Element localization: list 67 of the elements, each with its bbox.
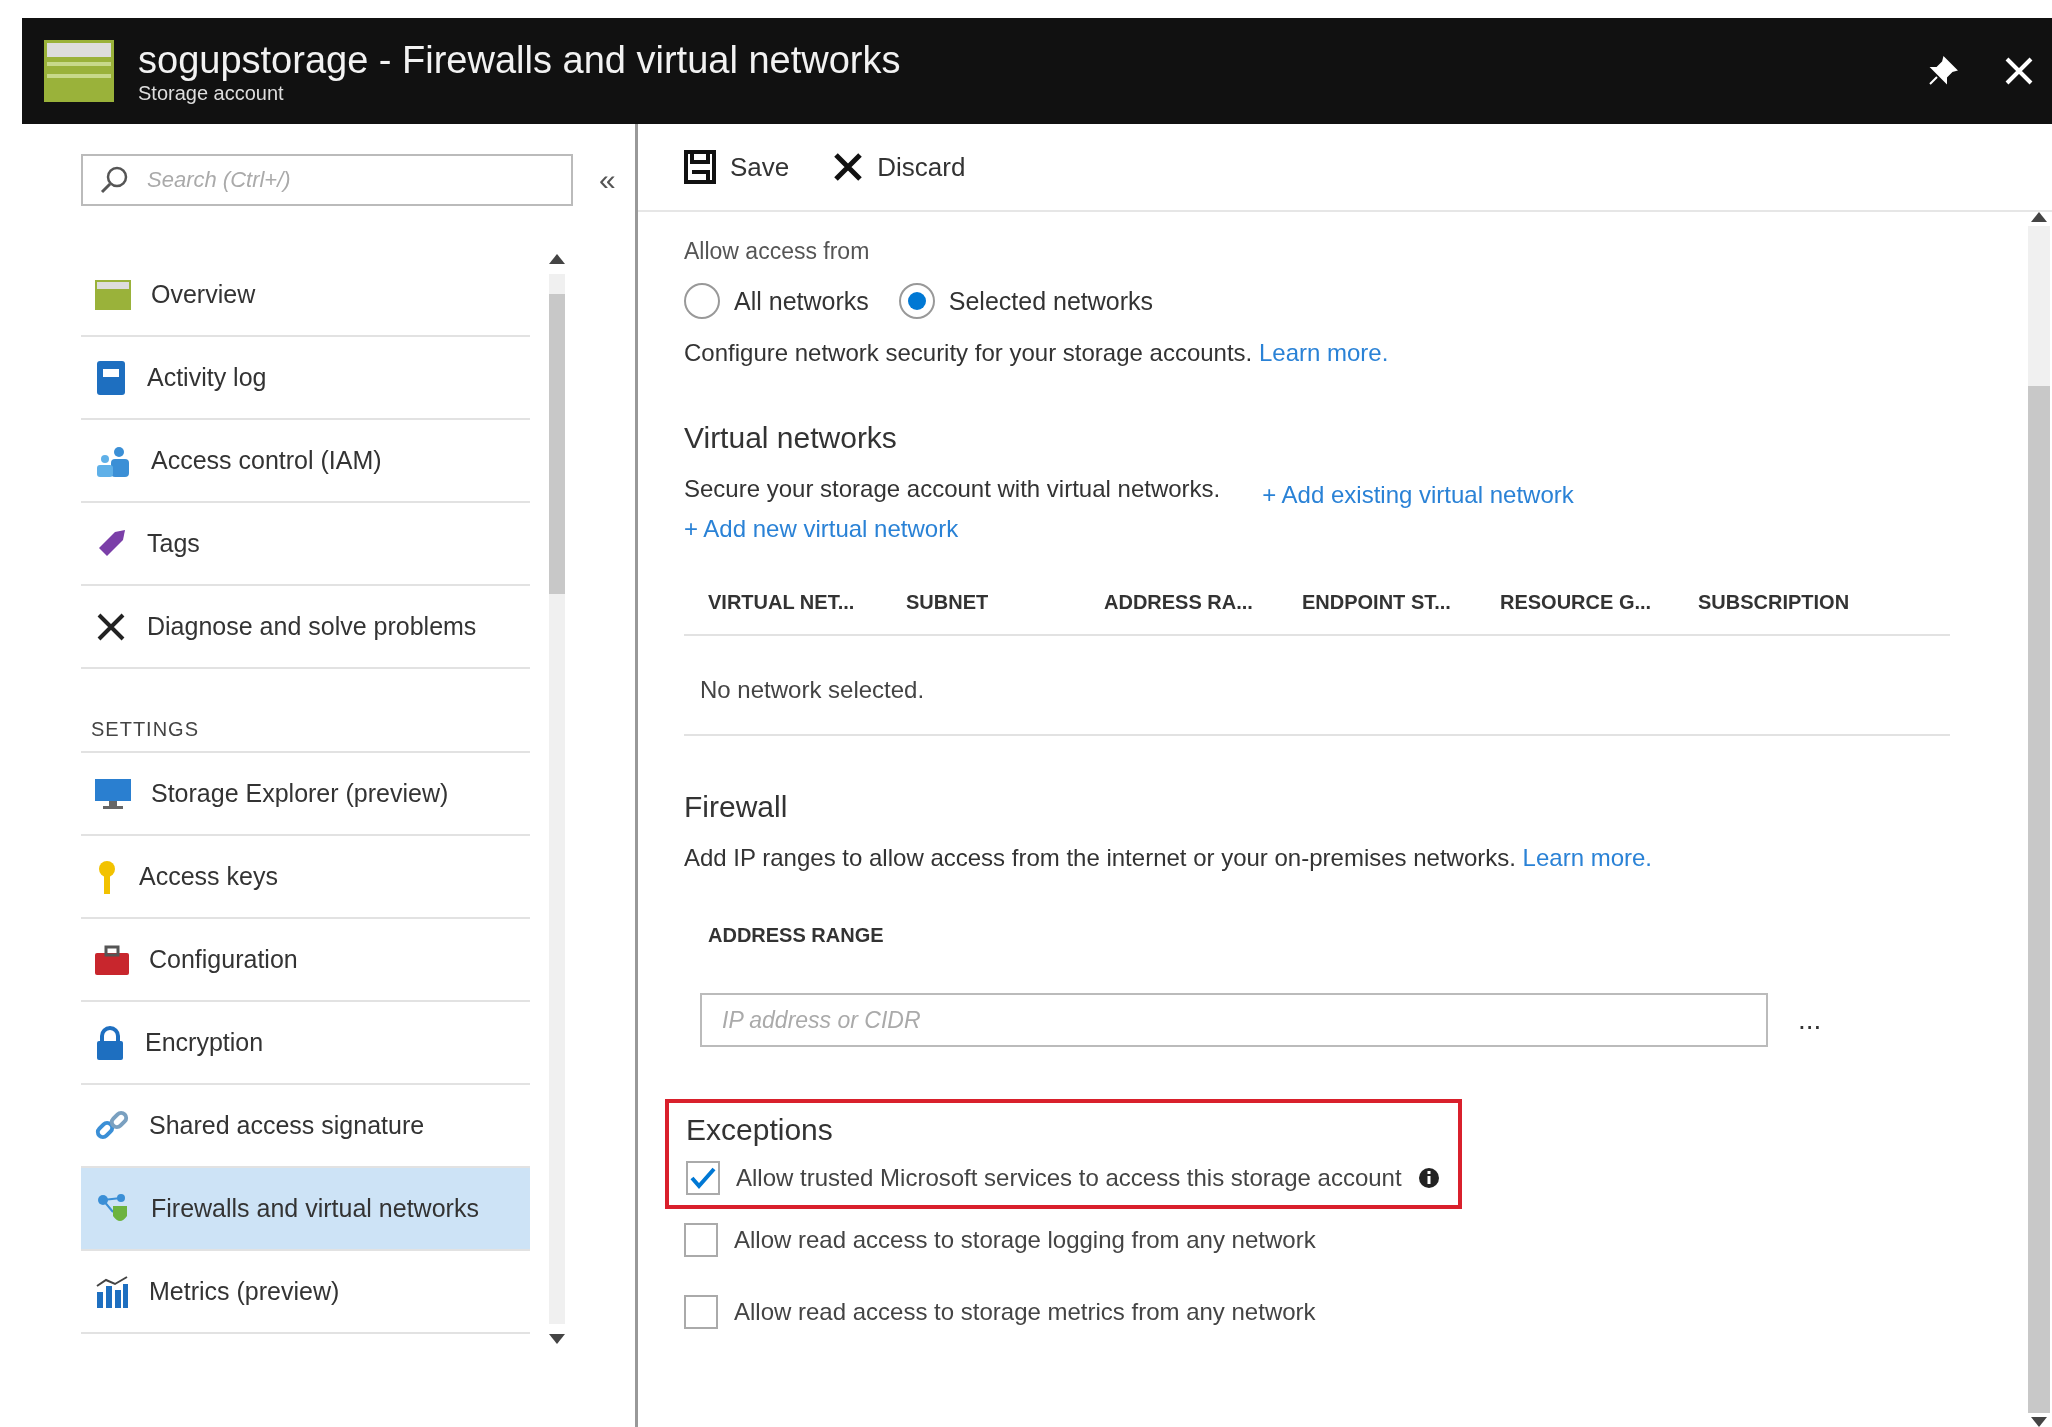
bar-chart-icon [95, 1275, 129, 1308]
radio-option[interactable]: Selected networks [898, 283, 1154, 319]
scroll-down-arrow[interactable] [2031, 1417, 2047, 1427]
column-header[interactable]: SUBNET [906, 591, 989, 614]
save-button[interactable]: Save [684, 150, 790, 184]
close-icon [833, 152, 864, 182]
add-new-link[interactable]: + Add new virtual network [684, 515, 959, 543]
add-existing-link[interactable]: + Add existing virtual network [1262, 481, 1574, 509]
column-header[interactable]: ENDPOINT ST... [1302, 591, 1451, 614]
checkbox-label: Allow trusted Microsoft services to access this storage account [736, 1164, 1402, 1192]
empty-message: No network selected. [700, 676, 925, 704]
more-button[interactable]: ... [1798, 1004, 1822, 1036]
collapse-button[interactable]: « [599, 163, 616, 197]
ip-address-field[interactable]: IP address or CIDR [700, 993, 1768, 1047]
column-header[interactable]: RESOURCE G... [1500, 591, 1652, 614]
scrollbar[interactable] [549, 274, 565, 1324]
description: Configure network security for your storage accounts. Learn more. [684, 339, 1390, 367]
sidebar-item[interactable]: Storage Explorer (preview) [81, 753, 530, 836]
checkbox[interactable] [684, 1295, 718, 1329]
column-header[interactable]: ADDRESS RA... [1104, 591, 1253, 614]
sidebar-item[interactable]: Metrics (preview) [81, 1251, 530, 1334]
monitor-icon [95, 778, 131, 809]
sidebar-item[interactable]: Diagnose and solve problems [81, 586, 530, 669]
sidebar-item[interactable]: Activity log [81, 337, 530, 420]
checkbox-label: Allow read access to storage logging from any network [734, 1226, 1316, 1254]
sidebar-item[interactable]: Access control (IAM) [81, 420, 530, 503]
learn-more-link[interactable]: Learn more. [1522, 844, 1652, 871]
storage-icon [44, 40, 114, 102]
radio-option[interactable]: All networks [684, 283, 869, 319]
radio-button[interactable] [684, 283, 720, 319]
scrollbar[interactable] [2028, 226, 2050, 1413]
toolbox-icon [95, 944, 129, 975]
scroll-up-arrow[interactable] [549, 254, 565, 264]
description: Secure your storage account with virtual networks. [684, 475, 1221, 503]
description: Add IP ranges to allow access from the internet or your on-premises networks. Learn more. [684, 844, 1653, 872]
sidebar-item[interactable]: Overview [81, 254, 530, 337]
column-header[interactable]: VIRTUAL NET... [708, 591, 855, 614]
column-header: ADDRESS RANGE [708, 924, 885, 947]
section-title: Exceptions [686, 1113, 834, 1147]
save-icon [684, 150, 716, 184]
scroll-down-arrow[interactable] [549, 1334, 565, 1344]
learn-more-link[interactable]: Learn more. [1258, 339, 1389, 366]
scroll-up-arrow[interactable] [2031, 212, 2047, 222]
info-icon[interactable] [1417, 1167, 1440, 1189]
column-header[interactable]: SUBSCRIPTION [1698, 591, 1850, 614]
checkbox-label: Allow read access to storage metrics from any network [734, 1298, 1316, 1326]
checkbox[interactable] [684, 1223, 718, 1257]
window-title: sogupstorage - Firewalls and virtual networks [138, 37, 902, 82]
window-subtitle: Storage account [138, 81, 285, 105]
discard-button[interactable]: Discard [833, 151, 966, 183]
radio-button[interactable] [898, 283, 935, 319]
overview-icon [95, 279, 131, 310]
section-title: Firewall [684, 790, 789, 824]
search-field[interactable]: Search (Ctrl+/) [81, 154, 573, 206]
sidebar-item[interactable]: Configuration [81, 919, 530, 1002]
sidebar-item[interactable]: Tags [81, 503, 530, 586]
checkbox[interactable] [686, 1161, 720, 1195]
people-icon [95, 444, 131, 477]
sidebar-item[interactable]: Firewalls and virtual networks [81, 1168, 530, 1251]
field-label: Allow access from [684, 238, 871, 265]
section-heading: SETTINGS [81, 669, 530, 753]
log-icon [95, 360, 127, 395]
search-icon [99, 165, 129, 195]
sidebar-item[interactable]: Access keys [81, 836, 530, 919]
sidebar-item[interactable]: Encryption [81, 1002, 530, 1085]
lock-icon [95, 1025, 125, 1060]
section-title: Virtual networks [684, 421, 898, 455]
